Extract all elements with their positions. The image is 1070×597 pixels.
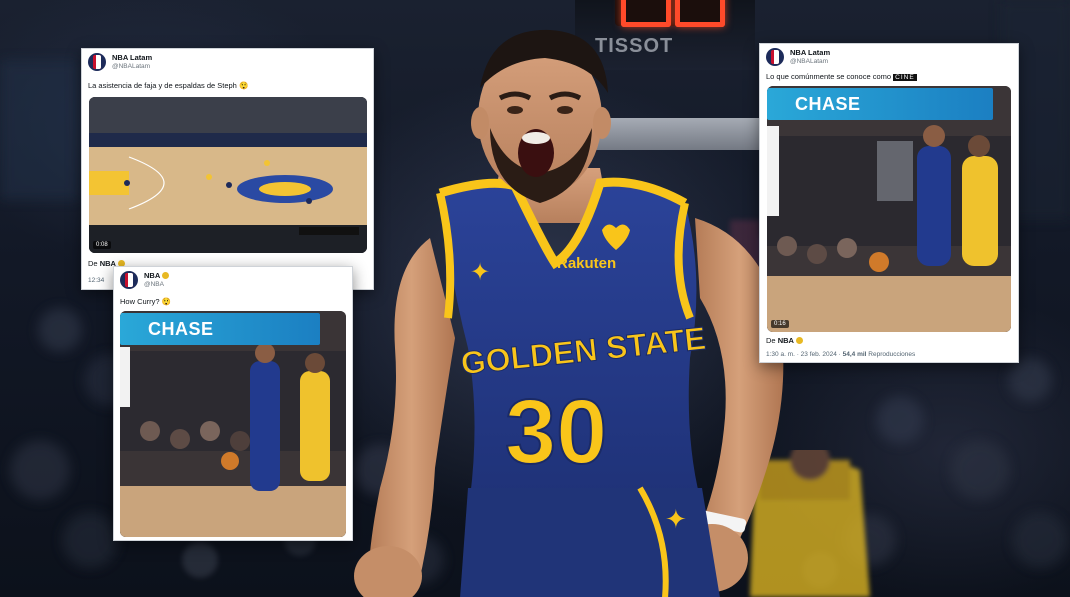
embedded-tweet-nba-latam-cine[interactable]: NBA Latam @NBALatam Lo que comúnmente se… bbox=[759, 43, 1019, 363]
tweet-timestamp[interactable]: 1:30 a. m. · 23 feb. 2024 · bbox=[766, 351, 841, 358]
jersey-number: 30 bbox=[505, 381, 607, 483]
verified-badge-icon bbox=[162, 272, 170, 279]
nba-logo-avatar[interactable] bbox=[88, 53, 106, 71]
tweet-author-handle[interactable]: @NBALatam bbox=[112, 63, 150, 70]
chase-sign-text: CHASE bbox=[795, 94, 861, 114]
via-account[interactable]: NBA bbox=[778, 336, 794, 345]
embedded-tweet-nba-latam-assist[interactable]: NBA Latam @NBALatam La asistencia de faj… bbox=[81, 48, 374, 290]
tweet-via: De NBA bbox=[766, 336, 803, 345]
tweet-author-name[interactable]: NBA Latam bbox=[112, 53, 152, 62]
svg-text:✦: ✦ bbox=[665, 505, 687, 535]
tweet-text-prefix: Lo que comúnmente se conoce como bbox=[766, 72, 892, 81]
chase-sign-text: CHASE bbox=[148, 319, 214, 339]
tweet-view-count: 54,4 mil bbox=[842, 351, 867, 358]
jersey-sponsor: Rakuten bbox=[557, 255, 616, 272]
tweet-text: Lo que comúnmente se conoce como CINE bbox=[766, 72, 917, 81]
chase-courtside-banner: CHASE bbox=[120, 313, 320, 345]
tweet-timestamp[interactable]: 12:34 bbox=[88, 277, 104, 284]
tweet-text: How Curry? 😲 bbox=[120, 297, 172, 306]
tweet-text: La asistencia de faja y de espaldas de S… bbox=[88, 81, 249, 90]
court-broadcast-frame bbox=[89, 97, 367, 253]
verified-badge-icon bbox=[795, 337, 803, 344]
tweet-author-handle[interactable]: @NBALatam bbox=[790, 58, 828, 65]
embedded-tweet-nba-how-curry[interactable]: NBA @NBA How Curry? 😲 CHASE bbox=[113, 266, 353, 541]
tweet-view-label: Reproducciones bbox=[868, 351, 916, 358]
tweet-author-handle[interactable]: @NBA bbox=[144, 281, 164, 288]
via-prefix: De bbox=[88, 259, 98, 268]
svg-text:✦: ✦ bbox=[470, 258, 490, 286]
court-action-frame bbox=[767, 86, 1011, 332]
video-duration: 0:16 bbox=[771, 320, 789, 328]
nba-logo-avatar[interactable] bbox=[120, 271, 138, 289]
tweet-video[interactable]: 0:08 bbox=[89, 97, 367, 253]
nba-logo-avatar[interactable] bbox=[766, 48, 784, 66]
tweet-video[interactable]: CHASE bbox=[120, 311, 346, 537]
tweet-video[interactable]: CHASE 0:16 bbox=[767, 86, 1011, 332]
tweet-footer: 1:30 a. m. · 23 feb. 2024 · 54,4 mil Rep… bbox=[766, 351, 915, 358]
tweet-author-name[interactable]: NBA Latam bbox=[790, 48, 830, 57]
chase-courtside-banner: CHASE bbox=[767, 88, 993, 120]
via-prefix: De bbox=[766, 336, 776, 345]
cine-badge: CINE bbox=[893, 74, 917, 81]
article-hero-image: TISSOT ✦ ✦ Rakuten GOLDEN STATE 30 NBA L… bbox=[0, 0, 1070, 597]
tweet-author-name[interactable]: NBA bbox=[144, 271, 170, 280]
video-duration: 0:08 bbox=[93, 241, 111, 249]
player-celebrating: ✦ ✦ Rakuten GOLDEN STATE 30 bbox=[354, 29, 784, 597]
